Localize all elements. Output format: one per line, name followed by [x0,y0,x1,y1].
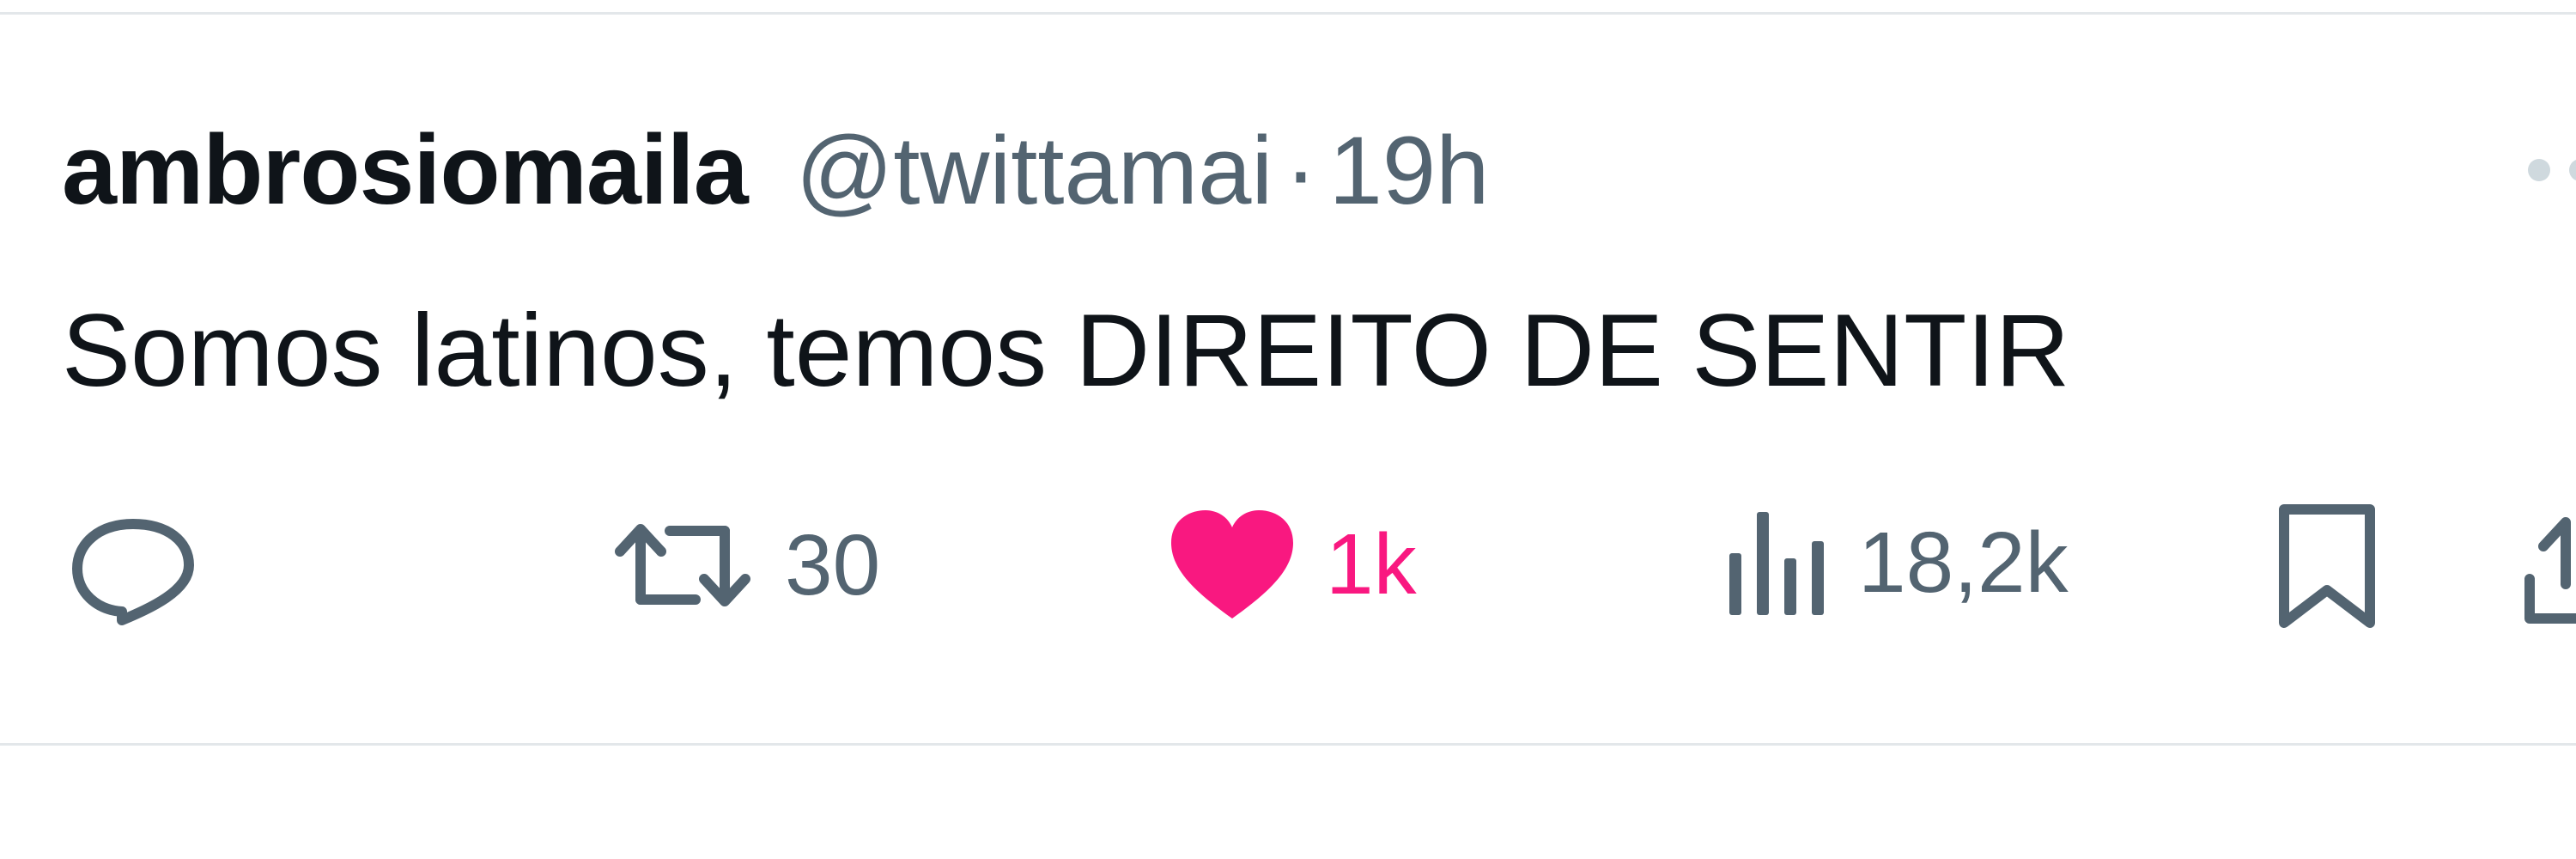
top-divider [0,12,2576,15]
views-count: 18,2k [1858,514,2069,611]
views-button[interactable]: 18,2k [1726,507,2069,618]
retweet-count: 30 [785,516,881,613]
display-name[interactable]: ambrosiomaila [62,113,749,227]
tweet-text: Somos latinos, temos DIREITO DE SENTIR [62,293,2070,408]
views-chart-icon [1726,507,1829,618]
reply-button[interactable] [69,515,227,627]
share-icon [2523,507,2576,627]
tweet-header: ambrosiomaila @twittamai · 19h [62,115,1489,225]
tweet-timestamp[interactable]: 19h [1329,115,1490,226]
like-count: 1k [1326,516,1417,612]
like-button[interactable]: 1k [1168,507,1417,623]
bookmark-icon [2275,503,2379,631]
bottom-divider [0,743,2576,746]
share-button[interactable] [2523,507,2576,627]
heart-filled-icon [1168,507,1297,623]
retweet-icon [610,514,756,617]
user-handle[interactable]: @twittamai [796,115,1273,226]
more-options-icon[interactable] [2528,159,2576,181]
separator-dot: · [1285,116,1317,224]
reply-icon [69,515,197,627]
bookmark-button[interactable] [2275,503,2379,631]
retweet-button[interactable]: 30 [610,514,880,617]
